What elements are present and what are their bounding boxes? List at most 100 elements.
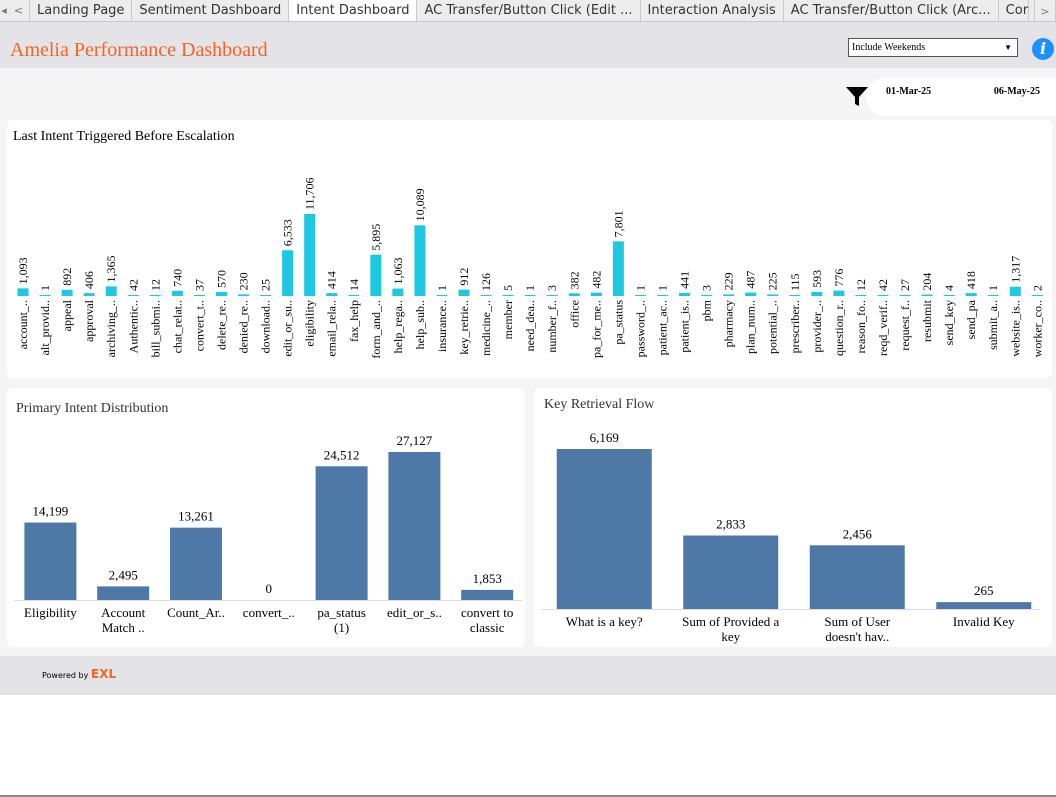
key-retrieval-bar-value-label: 2,456	[843, 526, 873, 541]
primary-intent-bar	[24, 522, 77, 600]
intent-bar	[767, 294, 779, 296]
intent-bar	[105, 286, 117, 296]
intent-bar	[348, 295, 360, 296]
dashboard-header: Amelia Performance Dashboard Include Wee…	[0, 22, 1056, 68]
footer: Powered by EXL	[0, 656, 1056, 695]
weekend-select[interactable]: Include Weekends ▼	[848, 38, 1018, 57]
intent-category-label: send_key	[942, 300, 956, 345]
primary-intent-bar-value-label: 0	[266, 581, 273, 596]
primary-intent-category-label: Account	[101, 605, 145, 620]
intent-bar	[83, 293, 95, 296]
intent-bar	[260, 295, 272, 296]
intent-bar	[149, 295, 161, 296]
primary-intent-bar-value-label: 24,512	[324, 447, 360, 462]
primary-intent-category-label: Count_Ar..	[167, 605, 225, 620]
intent-bar	[634, 295, 646, 296]
key-retrieval-bar-value-label: 6,169	[590, 430, 619, 445]
intent-bar-value-label: 414	[325, 271, 339, 289]
intent-bar-value-label: 482	[589, 271, 603, 289]
intent-category-label: provider_..	[810, 300, 824, 353]
intent-category-label: patient_ac..	[655, 300, 669, 355]
intent-category-label: help_sub..	[413, 300, 427, 349]
primary-intent-category-label: pa_status	[317, 605, 365, 620]
key-retrieval-bar	[556, 449, 652, 609]
tab-landing-page[interactable]: Landing Page	[30, 0, 133, 21]
primary-intent-category-label: Match ..	[102, 620, 145, 635]
intent-category-label: eligibility	[303, 300, 317, 347]
intent-category-label: submit_a..	[986, 300, 1000, 350]
intent-bar	[127, 295, 139, 296]
intent-bar-value-label: 1,093	[16, 257, 30, 284]
weekend-select-value: Include Weekends	[852, 42, 926, 53]
key-retrieval-category-label: Sum of Provided a	[682, 614, 779, 629]
intent-bar-value-label: 14	[347, 279, 361, 291]
intent-bar	[392, 288, 404, 296]
key-retrieval-bar-value-label: 2,833	[716, 517, 745, 532]
primary-intent-bar-value-label: 2,495	[109, 567, 138, 582]
intent-category-label: download..	[259, 300, 273, 353]
dashboard-main: 01-Mar-25 06-May-25 Last Intent Triggere…	[0, 68, 1056, 656]
intent-bar-value-label: 25	[259, 279, 273, 291]
tab-scroll-right-icon[interactable]: >	[1034, 0, 1056, 21]
intent-bar-value-label: 776	[832, 269, 846, 287]
primary-intent-category-label: Eligibility	[24, 605, 77, 620]
tab-ac-transfer-arc[interactable]: AC Transfer/Button Click (Arc...	[783, 0, 999, 21]
intent-category-label: worker_co..	[1030, 300, 1044, 357]
intent-bar-value-label: 912	[457, 268, 471, 286]
intent-category-label: pbm	[700, 299, 714, 321]
intent-category-label: bill_submi..	[148, 300, 162, 357]
intent-bar	[679, 292, 691, 296]
page-title: Amelia Performance Dashboard	[10, 39, 268, 61]
tab-intent-dashboard[interactable]: Intent Dashboard	[289, 0, 418, 21]
intent-bar-value-label: 27	[898, 279, 912, 291]
intent-bar	[238, 294, 250, 296]
intent-category-label: help_rega..	[391, 300, 405, 353]
tab-interaction-analysis[interactable]: Interaction Analysis	[640, 0, 784, 21]
intent-category-label: need_dea..	[523, 300, 537, 351]
primary-intent-chart: 14,199 Eligibility 2,495 AccountMatch .. 13,…	[14, 433, 523, 635]
key-retrieval-category-label: key	[721, 629, 740, 644]
intent-bar-value-label: 10,089	[413, 188, 427, 221]
tab-cor[interactable]: Cor	[998, 0, 1029, 21]
intent-bar-value-label: 230	[237, 272, 251, 290]
intent-category-label: convert_t..	[192, 300, 206, 351]
intent-category-label: chat_relat..	[170, 300, 184, 353]
intent-bar-value-label: 1,063	[391, 258, 405, 285]
intent-bar	[414, 225, 426, 296]
primary-intent-bar	[461, 589, 514, 600]
primary-intent-chart-title: Primary Intent Distribution	[16, 401, 169, 416]
date-range-filter[interactable]: 01-Mar-25 06-May-25	[866, 78, 1056, 116]
intent-bar-value-label: 4	[942, 285, 956, 291]
intent-bar-value-label: 42	[126, 279, 140, 291]
intent-bar-value-label: 7,801	[611, 210, 625, 237]
intent-bar-value-label: 229	[722, 272, 736, 290]
primary-intent-bar-value-label: 27,127	[397, 433, 433, 448]
intent-bar	[811, 291, 823, 296]
intent-bar	[524, 295, 536, 296]
intent-category-label: question_r..	[832, 300, 846, 356]
tab-bar: ◂ < Landing Page Sentiment Dashboard Int…	[0, 0, 1056, 22]
primary-intent-bar	[388, 452, 441, 600]
info-icon[interactable]: i	[1032, 38, 1054, 60]
intent-bar-value-label: 115	[788, 273, 802, 291]
intent-category-label: send_pa	[964, 299, 978, 339]
intent-bar-value-label: 2	[1030, 285, 1044, 291]
intent-category-label: pharmacy	[722, 300, 736, 347]
intent-bar	[502, 295, 514, 296]
tab-sentiment-dashboard[interactable]: Sentiment Dashboard	[132, 0, 290, 21]
intent-category-label: password_..	[633, 300, 647, 357]
tab-scroll-first-icon[interactable]: ◂	[0, 0, 8, 21]
tab-ac-transfer-edit[interactable]: AC Transfer/Button Click (Edit ...	[417, 0, 641, 21]
intent-bar	[899, 295, 911, 296]
intent-category-label: prescriber..	[788, 300, 802, 353]
primary-intent-card: Primary Intent Distribution 14,199 Eligib…	[7, 388, 525, 647]
intent-bar	[193, 295, 205, 296]
intent-bar-value-label: 11,706	[303, 177, 317, 210]
intent-category-label: number_f..	[545, 300, 559, 353]
intent-category-label: plan_num..	[744, 300, 758, 354]
intent-bar-value-label: 225	[766, 272, 780, 290]
intent-bar-value-label: 12	[854, 279, 868, 291]
primary-intent-bar	[97, 586, 150, 600]
tab-scroll-left-icon[interactable]: <	[8, 0, 30, 21]
key-retrieval-chart: 6,169 What is a key? 2,833 Sum of Provided …	[541, 430, 1039, 644]
